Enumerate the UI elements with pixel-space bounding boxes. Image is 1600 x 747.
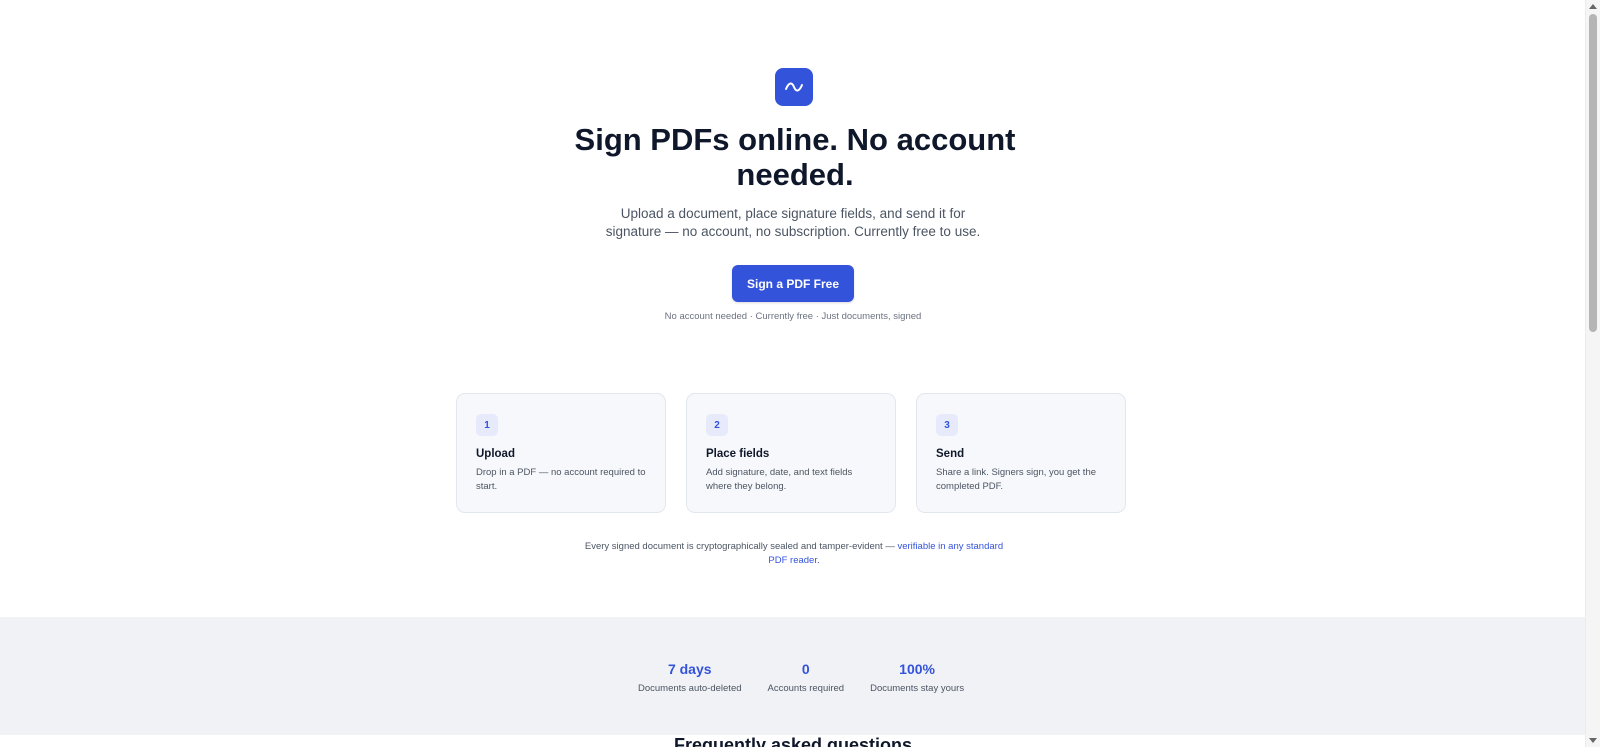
scroll-thumb[interactable]	[1589, 14, 1597, 332]
step-card-send: 3 Send Share a link. Signers sign, you g…	[916, 393, 1126, 513]
page-scrollbar[interactable]	[1585, 0, 1600, 747]
seal-note: Every signed document is cryptographical…	[584, 540, 1004, 568]
step-number-badge: 2	[706, 414, 728, 436]
step-number-badge: 3	[936, 414, 958, 436]
stat-value: 0	[801, 661, 810, 677]
landing-page: Sign PDFs online. No account needed. Upl…	[0, 0, 1585, 747]
stat-label: Documents auto-deleted	[638, 683, 742, 694]
step-card-upload: 1 Upload Drop in a PDF — no account requ…	[456, 393, 666, 513]
step-title: Send	[936, 448, 965, 460]
stat-auto-deleted: 7 days Documents auto-deleted	[638, 661, 742, 694]
step-description: Add signature, date, and text fields whe…	[706, 467, 853, 492]
cta-note: No account needed · Currently free · Jus…	[664, 311, 922, 322]
step-description: Share a link. Signers sign, you get the …	[936, 467, 1097, 492]
step-title: Place fields	[706, 448, 770, 460]
stats-list: 7 days Documents auto-deleted 0 Accounts…	[638, 661, 964, 694]
stat-value: 100%	[899, 661, 935, 677]
signature-wave-icon	[775, 68, 813, 106]
step-number-badge: 1	[476, 414, 498, 436]
hero-subtitle: Upload a document, place signature field…	[605, 206, 981, 239]
scroll-down-icon[interactable]	[1589, 738, 1597, 743]
step-title: Upload	[476, 448, 515, 460]
steps-list: 1 Upload Drop in a PDF — no account requ…	[456, 393, 1126, 513]
stat-accounts-required: 0 Accounts required	[768, 661, 845, 694]
step-description: Drop in a PDF — no account required to s…	[476, 467, 646, 492]
stat-documents-yours: 100% Documents stay yours	[870, 661, 964, 694]
stat-label: Documents stay yours	[870, 683, 965, 694]
seal-note-text: Every signed document is cryptographical…	[584, 541, 898, 552]
scroll-up-icon[interactable]	[1589, 4, 1597, 9]
faq-title: Frequently asked questions	[673, 735, 913, 747]
stat-label: Accounts required	[767, 683, 845, 694]
step-card-place-fields: 2 Place fields Add signature, date, and …	[686, 393, 896, 513]
sign-pdf-button[interactable]: Sign a PDF Free	[732, 265, 854, 302]
hero-title: Sign PDFs online. No account needed.	[574, 122, 1016, 192]
stat-value: 7 days	[667, 661, 712, 677]
